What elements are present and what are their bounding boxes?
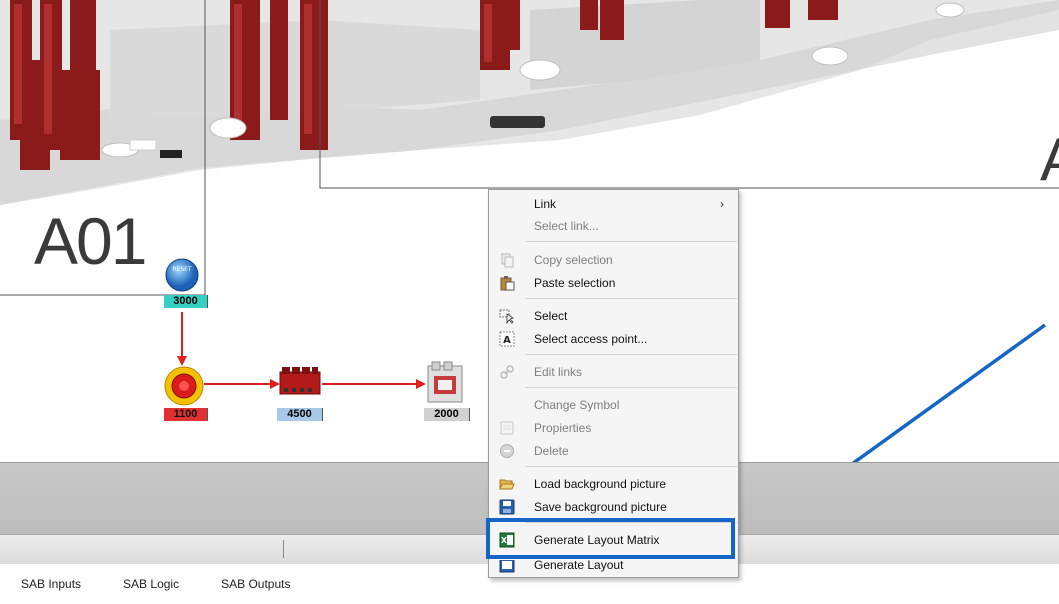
menu-item-load-background-picture[interactable]: Load background picture bbox=[489, 473, 738, 495]
menu-item-edit-links[interactable]: Edit links bbox=[489, 361, 738, 383]
menu-separator bbox=[525, 354, 737, 355]
symbol-tag-4500: 4500 bbox=[277, 408, 323, 421]
menu-item-delete[interactable]: Delete bbox=[489, 440, 738, 462]
menu-item-save-background-picture[interactable]: Save background picture bbox=[489, 496, 738, 518]
tab-sab-logic[interactable]: SAB Logic bbox=[102, 569, 200, 599]
save-icon bbox=[499, 499, 515, 515]
menu-separator bbox=[525, 387, 737, 388]
highlight-annotation-box bbox=[486, 518, 735, 559]
reset-button-symbol[interactable]: RESET bbox=[164, 257, 200, 297]
emergency-stop-icon bbox=[164, 366, 204, 406]
safety-relay-symbol[interactable] bbox=[278, 364, 322, 404]
contactor-symbol[interactable] bbox=[424, 360, 466, 410]
menu-item-label: Paste selection bbox=[534, 276, 616, 290]
tab-divider[interactable] bbox=[283, 540, 284, 558]
rack-label-a02: A bbox=[1040, 130, 1059, 190]
menu-item-label: Select bbox=[534, 309, 568, 323]
menu-item-label: Change Symbol bbox=[534, 398, 620, 412]
chevron-right-icon: › bbox=[720, 197, 724, 211]
menu-item-label: Select link... bbox=[534, 219, 599, 233]
reset-button-icon: RESET bbox=[165, 258, 199, 292]
select-pointer-icon bbox=[499, 309, 514, 324]
menu-item-label: Copy selection bbox=[534, 253, 613, 267]
menu-item-change-symbol[interactable]: Change Symbol bbox=[489, 394, 738, 416]
menu-item-select-access-point[interactable]: A Select access point... bbox=[489, 328, 738, 350]
menu-item-label: Generate Layout bbox=[534, 560, 624, 572]
menu-item-link[interactable]: Link › bbox=[489, 193, 738, 215]
menu-item-label: Delete bbox=[534, 444, 569, 458]
tab-sab-inputs[interactable]: SAB Inputs bbox=[0, 569, 102, 599]
menu-item-label: Propierties bbox=[534, 421, 592, 435]
contactor-icon bbox=[427, 361, 463, 403]
menu-item-label: Save background picture bbox=[534, 500, 667, 514]
paste-icon bbox=[500, 276, 515, 291]
folder-open-icon bbox=[499, 479, 515, 490]
menu-item-label: Edit links bbox=[534, 365, 583, 379]
edit-links-icon bbox=[500, 365, 514, 379]
menu-item-label: Load background picture bbox=[534, 477, 667, 491]
tab-sab-outputs[interactable]: SAB Outputs bbox=[200, 569, 311, 599]
rack-label-a01: A01 bbox=[34, 204, 147, 278]
access-point-icon: A bbox=[499, 331, 515, 347]
svg-text:A: A bbox=[503, 335, 511, 346]
emergency-stop-symbol[interactable] bbox=[164, 366, 204, 410]
menu-separator bbox=[525, 466, 737, 467]
delete-icon bbox=[500, 444, 514, 458]
menu-item-properties[interactable]: Propierties bbox=[489, 417, 738, 439]
menu-separator bbox=[525, 298, 737, 299]
symbol-tag-3000: 3000 bbox=[164, 295, 208, 308]
menu-item-label: Select access point... bbox=[534, 332, 648, 346]
menu-item-select[interactable]: Select bbox=[489, 305, 738, 327]
properties-icon bbox=[500, 421, 514, 435]
safety-relay-icon bbox=[279, 367, 321, 395]
menu-item-select-link[interactable]: Select link... bbox=[489, 215, 738, 237]
layout-icon bbox=[499, 560, 515, 573]
menu-item-label: Link bbox=[534, 197, 557, 211]
symbol-tag-2000: 2000 bbox=[424, 408, 470, 421]
reset-symbol-text: RESET bbox=[172, 266, 192, 273]
menu-item-generate-layout[interactable]: Generate Layout bbox=[489, 560, 738, 578]
copy-icon bbox=[501, 253, 514, 268]
menu-item-generate-layout-row: Generate Layout bbox=[489, 560, 738, 576]
menu-item-paste-selection[interactable]: Paste selection bbox=[489, 272, 738, 294]
symbol-tag-1100: 1100 bbox=[164, 408, 208, 421]
menu-separator bbox=[525, 241, 737, 242]
menu-item-copy-selection[interactable]: Copy selection bbox=[489, 249, 738, 271]
